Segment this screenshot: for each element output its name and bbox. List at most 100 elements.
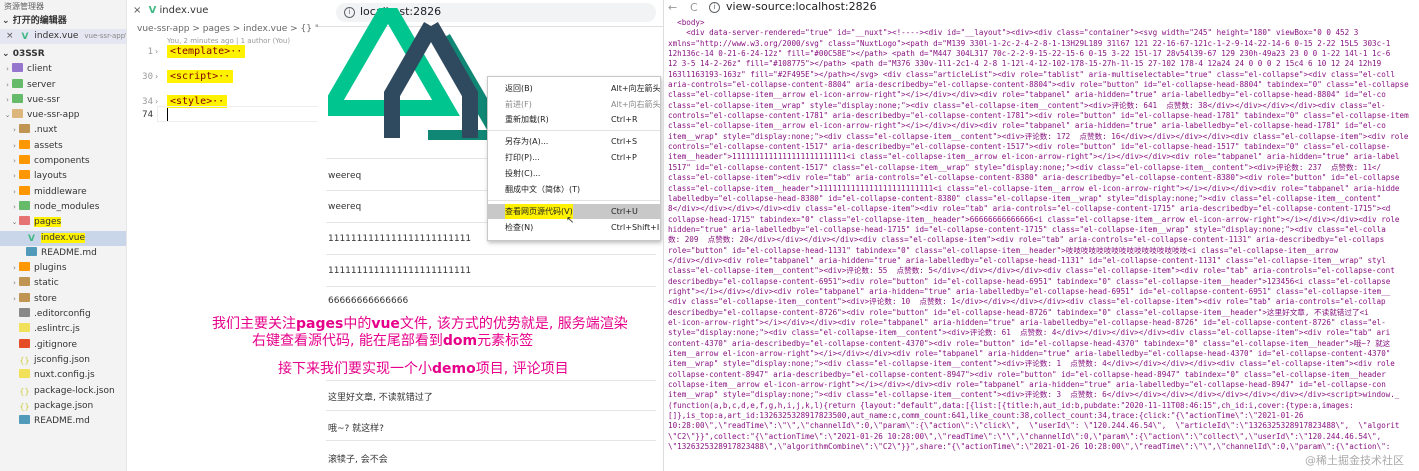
file-tree-item[interactable]: .editorconfig — [0, 307, 126, 322]
close-icon[interactable]: × — [133, 5, 141, 16]
file-tree-label: jsconfig.json — [34, 354, 90, 365]
chevron-right-icon[interactable]: › — [155, 47, 158, 56]
menu-item-print[interactable]: 打印(P)... Ctrl+P — [488, 150, 660, 165]
folder-icon — [19, 277, 30, 287]
menu-item-cast[interactable]: 投射(C)... — [488, 166, 660, 181]
line-number: 1 — [147, 47, 153, 57]
annotation-line-3: 接下来我们要实现一个小demo项目, 评论项目 — [278, 361, 569, 377]
file-tree-label: .nuxt — [34, 125, 58, 136]
json-file-icon: {} — [19, 355, 30, 365]
info-icon[interactable]: i — [709, 2, 720, 13]
file-tree-item[interactable]: ⌄ pages — [0, 215, 126, 230]
editor-tab[interactable]: × V index.vue — [133, 3, 208, 18]
file-tree-item[interactable]: › components — [0, 154, 126, 169]
file-tree-item[interactable]: README.md — [0, 414, 126, 429]
file-tree-item[interactable]: .eslintrc.js — [0, 322, 126, 337]
file-tree-label: index.vue — [41, 232, 86, 243]
code-line-script[interactable]: <script>·· — [167, 70, 234, 83]
editor-panel: × V index.vue vue-ssr-app > pages > inde… — [126, 0, 319, 471]
file-tree-item[interactable]: › vue-ssr — [0, 93, 126, 108]
url-text[interactable]: view-source:localhost:2826 — [726, 0, 877, 13]
chevron-right-icon: › — [6, 65, 9, 74]
file-tree-item[interactable]: › client — [0, 62, 126, 77]
chevron-right-icon: › — [13, 172, 16, 181]
chevron-right-icon: › — [13, 126, 16, 135]
explorer-panel: 资源管理器 ⌄ 打开的编辑器 × Vindex.vue vue-ssr-app\… — [0, 0, 126, 471]
file-tree-item[interactable]: › server — [0, 78, 126, 93]
file-tree-item[interactable]: Vindex.vue — [0, 230, 126, 246]
menu-separator — [488, 200, 660, 201]
file-tree-label: middleware — [34, 186, 87, 197]
file-tree-item[interactable]: › layouts — [0, 169, 126, 184]
file-tree-item[interactable]: › assets — [0, 139, 126, 154]
file-tree-item[interactable]: ⌄ vue-ssr-app — [0, 108, 126, 123]
menu-item-save-as[interactable]: 另存为(A)... Ctrl+S — [488, 134, 660, 149]
open-editors-section[interactable]: ⌄ 打开的编辑器 — [0, 14, 126, 29]
file-tree-label: client — [27, 64, 52, 75]
line-number: 74 — [142, 110, 153, 120]
markdown-file-icon — [19, 415, 30, 425]
article-title[interactable]: 这里好文章, 不读就错过了 — [328, 390, 433, 403]
vue-file-icon: V — [28, 233, 35, 244]
chevron-right-icon: › — [13, 294, 16, 303]
file-tree-label: node_modules — [34, 201, 100, 212]
git-file-icon — [19, 338, 30, 348]
article-title[interactable]: weereq — [328, 171, 361, 181]
address-bar: ← C i view-source:localhost:2826 — [664, 0, 1419, 14]
reload-icon[interactable]: C — [690, 1, 698, 14]
file-tree-item[interactable]: .gitignore — [0, 338, 126, 353]
config-file-icon — [19, 308, 30, 318]
article-title[interactable]: 滚犊子, 会不会 — [328, 452, 388, 465]
file-tree-item[interactable]: › .nuxt — [0, 123, 126, 138]
file-tree-item[interactable]: nuxt.config.js — [0, 368, 126, 383]
folder-icon — [19, 200, 30, 210]
file-tree-item[interactable]: › store — [0, 292, 126, 307]
vue-file-icon: V — [21, 32, 29, 42]
article-title[interactable]: 1111111111111111111111111 — [328, 234, 471, 244]
folder-icon — [12, 63, 23, 73]
page-source-code[interactable]: <body> <div data-server-rendered="true" … — [668, 18, 1419, 468]
view-source-window: ← C i view-source:localhost:2826 <body> … — [663, 0, 1419, 471]
watermark: @稀土掘金技术社区 — [1305, 454, 1404, 467]
file-tree-item[interactable]: {} package-lock.json — [0, 384, 126, 399]
menu-item-translate[interactable]: 翻成中文（简体）(T) — [488, 182, 660, 197]
close-icon[interactable]: × — [6, 31, 14, 41]
workspace-section[interactable]: ⌄ 03SSR — [0, 47, 126, 62]
codelens-author[interactable]: You, 2 minutes ago | 1 author (You) — [167, 37, 290, 45]
nuxt-logo — [328, 8, 504, 140]
file-tree-item[interactable]: README.md — [0, 246, 126, 261]
chevron-right-icon[interactable]: › — [155, 97, 158, 106]
breadcrumb[interactable]: vue-ssr-app > pages > index.vue > {} "in — [137, 24, 319, 34]
menu-item-forward[interactable]: 前进(F) Alt+向右箭头 — [488, 97, 661, 112]
file-tree-label: README.md — [34, 416, 90, 427]
folder-icon — [19, 292, 30, 302]
code-line-template[interactable]: <template>·· — [167, 45, 246, 58]
file-tree-item[interactable]: › middleware — [0, 185, 126, 200]
open-editors-label: 打开的编辑器 — [12, 16, 67, 26]
chevron-down-icon: ⌄ — [11, 218, 18, 227]
workspace-label: 03SSR — [12, 49, 45, 60]
file-tree-item[interactable]: {} package.json — [0, 399, 126, 414]
open-editor-path: vue-ssr-app\pages — [84, 32, 126, 40]
file-tree-label: assets — [34, 140, 63, 151]
file-tree-item[interactable]: › static — [0, 276, 126, 291]
open-editor-item[interactable]: × Vindex.vue vue-ssr-app\pages — [0, 29, 126, 45]
article-title[interactable]: weereq — [328, 202, 361, 212]
js-file-icon — [19, 369, 30, 379]
file-tree-item[interactable]: {} jsconfig.json — [0, 353, 126, 368]
menu-item-reload[interactable]: 重新加载(R) Ctrl+R — [488, 112, 660, 127]
chevron-right-icon: › — [13, 264, 16, 273]
explorer-title: 资源管理器 — [4, 2, 44, 11]
back-arrow-icon[interactable]: ← — [668, 1, 677, 14]
file-tree-label: pages — [34, 217, 62, 228]
file-tree-item[interactable]: › plugins — [0, 261, 126, 276]
chevron-right-icon: › — [6, 95, 9, 104]
current-line-highlight — [157, 106, 319, 122]
article-title[interactable]: 1111111111111111111111111 — [328, 266, 471, 276]
menu-item-back[interactable]: 返回(B) Alt+向左箭头 — [488, 81, 661, 96]
file-tree-item[interactable]: › node_modules — [0, 200, 126, 215]
chevron-right-icon[interactable]: › — [155, 72, 158, 81]
article-title[interactable]: 66666666666666 — [328, 296, 408, 306]
file-tree-label: store — [34, 293, 57, 304]
article-title[interactable]: 哦~? 就这样? — [328, 421, 384, 434]
